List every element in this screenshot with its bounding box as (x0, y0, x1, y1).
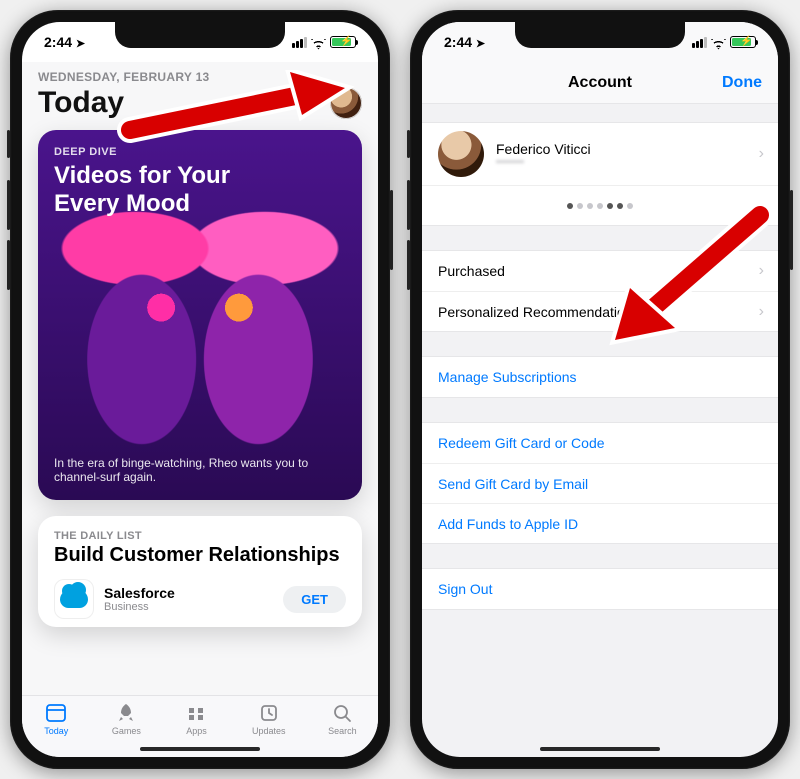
phone-left: 2:44 ➤ ⚡ WEDNESDAY, FEBRUARY 13 Today DE… (10, 10, 390, 769)
profile-row[interactable]: Federico Viticci •••••••• › (422, 123, 778, 185)
location-icon: ➤ (76, 38, 85, 50)
tab-label: Games (112, 726, 141, 736)
page-title: Today (38, 86, 124, 120)
list-card-eyebrow: THE DAILY LIST (54, 530, 346, 542)
row-label: Manage Subscriptions (438, 369, 577, 385)
tab-games[interactable]: Games (112, 702, 141, 736)
chevron-right-icon: › (759, 145, 764, 163)
rocket-icon (113, 702, 139, 724)
tab-label: Updates (252, 726, 286, 736)
notch (515, 22, 685, 48)
tab-today[interactable]: Today (43, 702, 69, 736)
row-redeem-gift-card[interactable]: Redeem Gift Card or Code (422, 423, 778, 463)
pagination-dots (422, 185, 778, 225)
get-button[interactable]: GET (283, 586, 346, 613)
featured-card[interactable]: DEEP DIVE Videos for Your Every Mood In … (38, 130, 362, 500)
phone-right: 2:44 ➤ ⚡ Account Done Federico Viticci •… (410, 10, 790, 769)
app-icon-salesforce (54, 579, 94, 619)
card-eyebrow: DEEP DIVE (54, 146, 346, 158)
wifi-icon (711, 35, 726, 50)
row-label: Sign Out (438, 581, 492, 597)
row-manage-subscriptions[interactable]: Manage Subscriptions (422, 357, 778, 397)
done-button[interactable]: Done (722, 74, 762, 92)
row-personalized-recs[interactable]: Personalized Recommendations › (422, 291, 778, 331)
account-settings[interactable]: Federico Viticci •••••••• › Purchased › … (422, 104, 778, 757)
cell-signal-icon (292, 37, 307, 48)
profile-name: Federico Viticci (496, 141, 591, 157)
row-label: Purchased (438, 263, 505, 279)
row-label: Personalized Recommendations (438, 304, 640, 320)
tab-label: Search (328, 726, 357, 736)
tab-label: Apps (186, 726, 207, 736)
row-purchased[interactable]: Purchased › (422, 251, 778, 291)
app-name: Salesforce (104, 585, 273, 601)
row-label: Send Gift Card by Email (438, 476, 588, 492)
today-icon (43, 702, 69, 724)
home-indicator[interactable] (140, 747, 260, 751)
list-card-title: Build Customer Relationships (54, 544, 346, 567)
row-label: Add Funds to Apple ID (438, 516, 578, 532)
location-icon: ➤ (476, 38, 485, 50)
chevron-right-icon: › (759, 262, 764, 280)
app-row[interactable]: Salesforce Business GET (54, 579, 346, 619)
chevron-right-icon: › (759, 303, 764, 321)
notch (115, 22, 285, 48)
profile-email: •••••••• (496, 157, 591, 168)
card-caption: In the era of binge-watching, Rheo wants… (54, 456, 317, 484)
row-add-funds[interactable]: Add Funds to Apple ID (422, 503, 778, 543)
home-indicator[interactable] (540, 747, 660, 751)
nav-title: Account (568, 74, 632, 92)
updates-icon (256, 702, 282, 724)
tab-label: Today (44, 726, 68, 736)
status-time: 2:44 ➤ (444, 34, 485, 50)
app-subtitle: Business (104, 601, 273, 613)
nav-bar: Account Done (422, 62, 778, 104)
avatar (438, 131, 484, 177)
tab-updates[interactable]: Updates (252, 702, 286, 736)
row-sign-out[interactable]: Sign Out (422, 569, 778, 609)
row-send-gift-card[interactable]: Send Gift Card by Email (422, 463, 778, 503)
tab-search[interactable]: Search (328, 702, 357, 736)
card-title: Videos for Your Every Mood (54, 162, 288, 217)
cell-signal-icon (692, 37, 707, 48)
tab-apps[interactable]: Apps (183, 702, 209, 736)
status-time: 2:44 ➤ (44, 34, 85, 50)
row-label: Redeem Gift Card or Code (438, 435, 605, 451)
battery-icon: ⚡ (330, 36, 356, 48)
date-label: WEDNESDAY, FEBRUARY 13 (38, 70, 362, 84)
list-card[interactable]: THE DAILY LIST Build Customer Relationsh… (38, 516, 362, 627)
battery-icon: ⚡ (730, 36, 756, 48)
search-icon (329, 702, 355, 724)
profile-avatar-button[interactable] (330, 87, 362, 119)
today-feed[interactable]: WEDNESDAY, FEBRUARY 13 Today DEEP DIVE V… (22, 62, 378, 695)
apps-icon (183, 702, 209, 724)
wifi-icon (311, 35, 326, 50)
